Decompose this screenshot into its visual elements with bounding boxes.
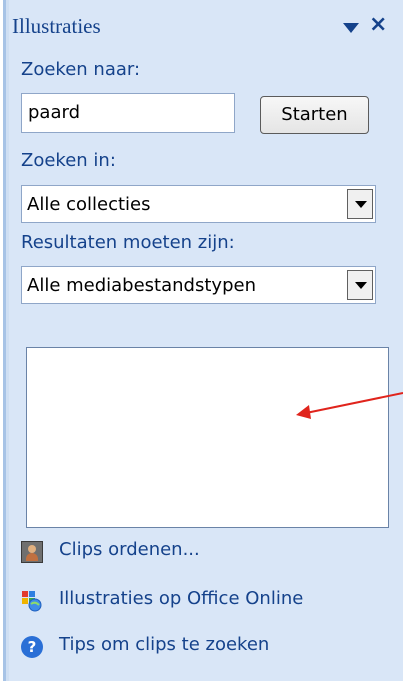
results-type-select[interactable]: Alle mediabestandstypen xyxy=(21,266,376,304)
search-in-select[interactable]: Alle collecties xyxy=(21,185,376,223)
clip-art-task-pane: Illustraties × Zoeken naar: paard Starte… xyxy=(6,0,403,681)
search-input[interactable]: paard xyxy=(21,93,235,133)
results-type-value: Alle mediabestandstypen xyxy=(27,275,256,296)
start-button[interactable]: Starten xyxy=(260,96,369,134)
search-tips-label: Tips om clips te zoeken xyxy=(59,634,270,655)
office-online-label: Illustraties op Office Online xyxy=(59,588,304,609)
results-type-label: Resultaten moeten zijn: xyxy=(21,232,235,253)
close-icon[interactable]: × xyxy=(369,12,387,38)
search-in-value: Alle collecties xyxy=(27,194,151,215)
chevron-down-icon[interactable] xyxy=(347,270,373,300)
chevron-down-icon[interactable] xyxy=(347,189,373,219)
pane-body: Illustraties × Zoeken naar: paard Starte… xyxy=(9,0,403,681)
pane-menu-dropdown-icon[interactable] xyxy=(343,23,359,33)
organize-clips-label: Clips ordenen... xyxy=(59,539,200,560)
search-label: Zoeken naar: xyxy=(21,59,141,80)
office-online-icon xyxy=(21,590,43,612)
results-area[interactable] xyxy=(26,347,389,528)
organize-clips-icon xyxy=(21,541,43,563)
search-in-label: Zoeken in: xyxy=(21,150,116,171)
pane-titlebar: Illustraties × xyxy=(9,0,403,48)
pane-title: Illustraties xyxy=(12,14,101,38)
help-icon: ? xyxy=(21,636,43,658)
